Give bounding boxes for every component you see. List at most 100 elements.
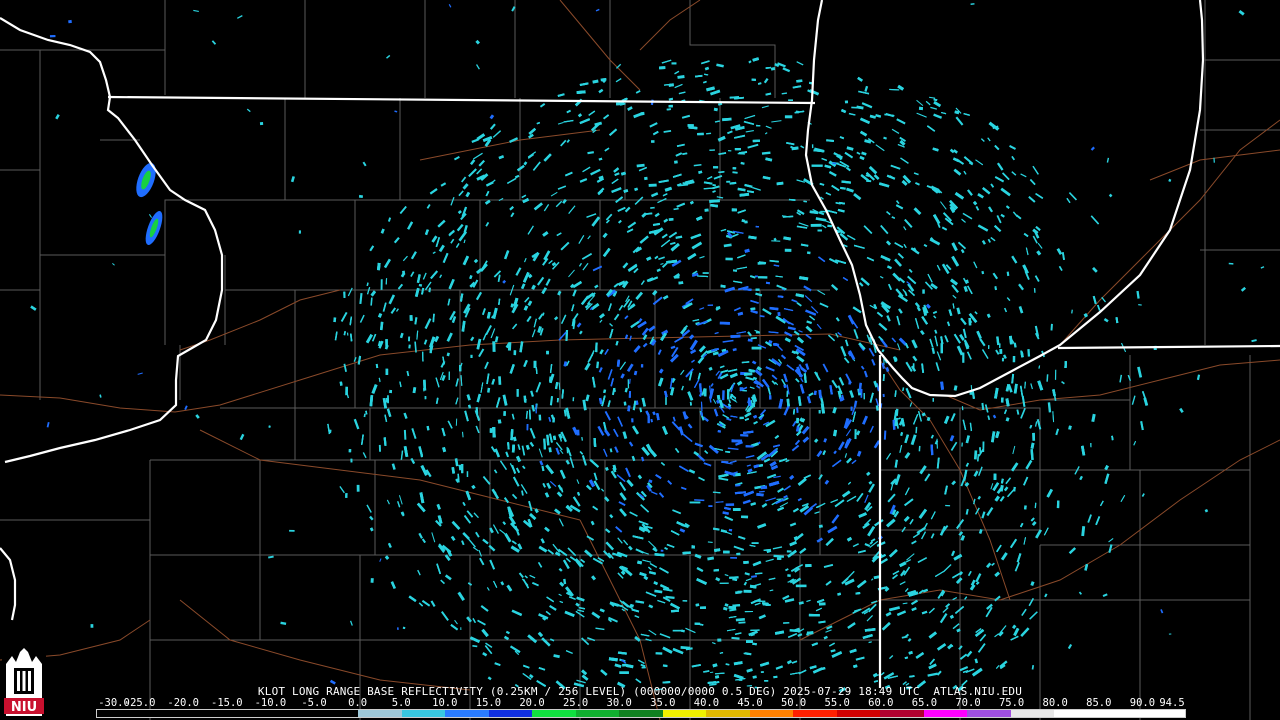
echo-pixel — [522, 198, 530, 204]
echo-pixel — [613, 313, 620, 321]
echo-pixel — [913, 172, 919, 176]
echo-pixel — [49, 34, 56, 38]
echo-pixel — [773, 343, 779, 347]
echo-pixel — [362, 452, 367, 459]
echo-pixel — [590, 168, 601, 176]
echo-pixel — [397, 627, 399, 630]
echo-pixel — [743, 560, 749, 564]
echo-pixel — [647, 566, 652, 571]
echo-pixel — [744, 412, 751, 418]
echo-pixel — [1009, 538, 1018, 549]
echo-pixel — [479, 557, 485, 566]
echo-pixel — [704, 450, 709, 454]
echo-pixel — [430, 270, 438, 280]
state-border — [107, 95, 816, 105]
echo-pixel — [845, 339, 849, 347]
echo-pixel — [641, 397, 646, 407]
echo-pixel — [455, 378, 459, 387]
echo-pixel — [888, 549, 898, 558]
echo-pixel — [848, 380, 852, 385]
county-border — [1040, 545, 1141, 601]
echo-pixel — [930, 106, 938, 110]
echo-pixel — [886, 315, 891, 322]
echo-pixel — [748, 235, 757, 240]
echo-pixel — [481, 628, 489, 637]
echo-pixel — [886, 518, 896, 528]
echo-pixel — [637, 560, 643, 565]
echo-pixel — [529, 574, 536, 579]
echo-pixel — [844, 437, 852, 449]
echo-pixel — [669, 602, 680, 610]
echo-pixel — [700, 411, 704, 416]
echo-pixel — [499, 460, 508, 471]
echo-pixel — [1023, 537, 1027, 545]
echo-pixel — [756, 124, 761, 127]
echo-pixel — [915, 182, 920, 186]
echo-pixel — [472, 546, 479, 552]
echo-pixel — [1020, 173, 1027, 178]
echo-pixel — [652, 290, 658, 296]
echo-pixel — [842, 277, 849, 282]
echo-pixel — [605, 213, 613, 221]
echo-pixel — [860, 117, 871, 124]
echo-pixel — [856, 151, 861, 155]
echo-pixel — [660, 461, 666, 466]
echo-pixel — [844, 453, 848, 458]
echo-pixel — [553, 654, 560, 659]
echo-pixel — [708, 505, 713, 507]
echo-pixel — [699, 255, 705, 259]
echo-pixel — [921, 610, 928, 615]
echo-pixel — [492, 341, 496, 352]
echo-pixel — [436, 503, 441, 510]
echo-pixel — [821, 157, 828, 161]
echo-pixel — [694, 501, 700, 504]
echo-pixel — [888, 283, 892, 291]
echo-pixel — [353, 418, 360, 430]
echo-pixel — [691, 241, 703, 250]
echo-pixel — [955, 116, 964, 126]
echo-pixel — [529, 427, 536, 439]
echo-pixel — [407, 221, 414, 230]
echo-pixel — [864, 502, 872, 511]
echo-pixel — [399, 205, 407, 214]
echo-pixel — [796, 336, 804, 344]
echo-pixel — [448, 371, 450, 381]
echo-pixel — [371, 384, 378, 394]
echo-pixel — [847, 622, 856, 629]
echo-pixel — [981, 240, 986, 245]
echo-pixel — [936, 351, 942, 361]
echo-pixel — [911, 607, 917, 612]
echo-pixel — [593, 472, 598, 481]
echo-pixel — [730, 334, 741, 338]
echo-pixel — [787, 326, 796, 331]
echo-pixel — [468, 168, 477, 177]
echo-pixel — [916, 112, 927, 118]
echo-pixel — [579, 262, 582, 267]
echo-pixel — [913, 207, 922, 216]
echo-pixel — [566, 139, 570, 143]
echo-pixel — [694, 553, 702, 559]
echo-pixel — [1032, 432, 1036, 441]
echo-pixel — [678, 91, 686, 95]
echo-pixel — [412, 387, 417, 394]
echo-pixel — [1071, 309, 1073, 314]
echo-pixel — [950, 413, 956, 422]
echo-pixel — [635, 600, 645, 604]
echo-pixel — [758, 614, 766, 620]
echo-pixel — [619, 671, 629, 674]
echo-pixel — [944, 415, 950, 424]
echo-pixel — [909, 402, 913, 407]
echo-pixel — [541, 465, 545, 472]
county-border — [960, 470, 1041, 531]
echo-pixel — [531, 284, 536, 290]
echo-pixel — [458, 464, 462, 471]
echo-pixel — [951, 284, 959, 293]
echo-pixel — [435, 377, 440, 388]
echo-pixel — [1095, 516, 1101, 526]
echo-pixel — [1090, 146, 1095, 151]
echo-pixel — [885, 367, 890, 372]
echo-pixel — [857, 549, 866, 554]
echo-pixel — [672, 509, 682, 515]
echo-pixel — [687, 391, 694, 401]
echo-pixel — [482, 476, 491, 485]
